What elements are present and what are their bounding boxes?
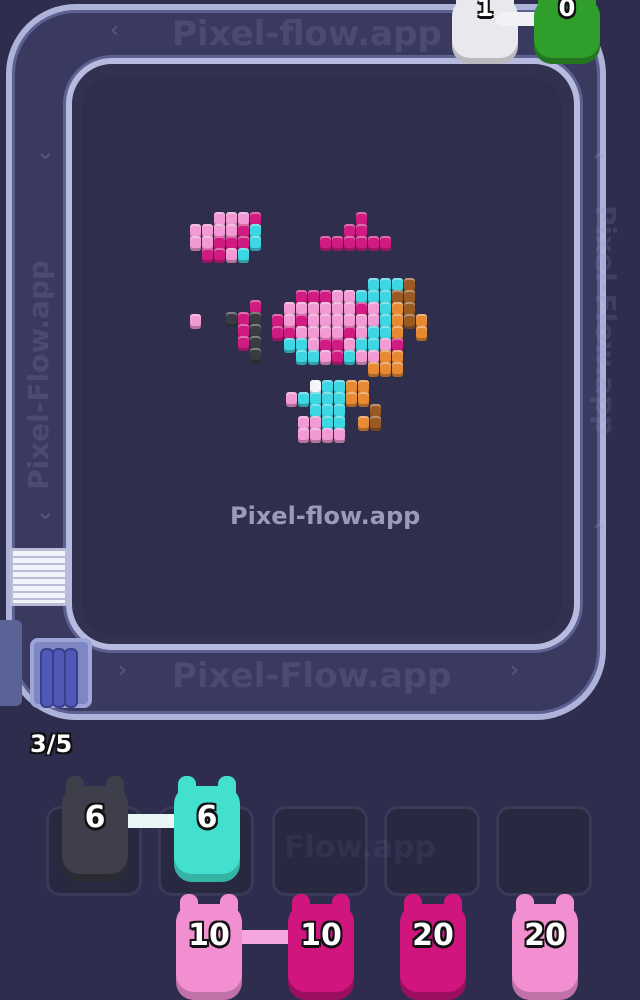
dock-base <box>0 620 22 706</box>
chevron-down-icon: ⌄ <box>36 140 55 165</box>
queue-shooter[interactable]: 10 <box>170 894 248 1000</box>
queue-shooter[interactable]: 20 <box>394 894 472 1000</box>
track-watermark-left: Pixel-Flow.app <box>22 259 55 490</box>
chevron-left-icon: ‹ <box>110 18 120 43</box>
shooter-dock <box>30 638 92 708</box>
chevron-up-icon: ⌃ <box>590 520 609 545</box>
queue-shooter[interactable]: 10 <box>282 894 360 1000</box>
chevron-down-icon: ⌄ <box>36 500 55 525</box>
chevron-right-icon: › <box>118 658 128 683</box>
track-watermark-right: Pixel-Flow.app <box>589 205 622 436</box>
dock-ring <box>64 648 78 708</box>
shooter-on-track: 0 <box>528 0 606 66</box>
center-watermark: Pixel-flow.app <box>230 502 421 530</box>
slot-shooter[interactable]: 6 <box>168 776 246 882</box>
slots-watermark: Flow.app <box>284 830 436 865</box>
slot[interactable] <box>496 806 592 896</box>
queue-counter: 3/5 <box>30 730 73 758</box>
chevron-right-icon: › <box>510 658 520 683</box>
pixel-board <box>82 78 562 634</box>
queue-shooter[interactable]: 20 <box>506 894 584 1000</box>
conveyor-entry-ramp <box>10 548 68 606</box>
chevron-up-icon: ⌃ <box>590 150 609 175</box>
track-watermark-bottom: Pixel-Flow.app <box>172 656 452 696</box>
track-watermark-top: Pixel-flow.app <box>172 14 442 54</box>
slot-shooter[interactable]: 6 <box>56 776 134 882</box>
shooter-on-track: 1 <box>446 0 524 66</box>
